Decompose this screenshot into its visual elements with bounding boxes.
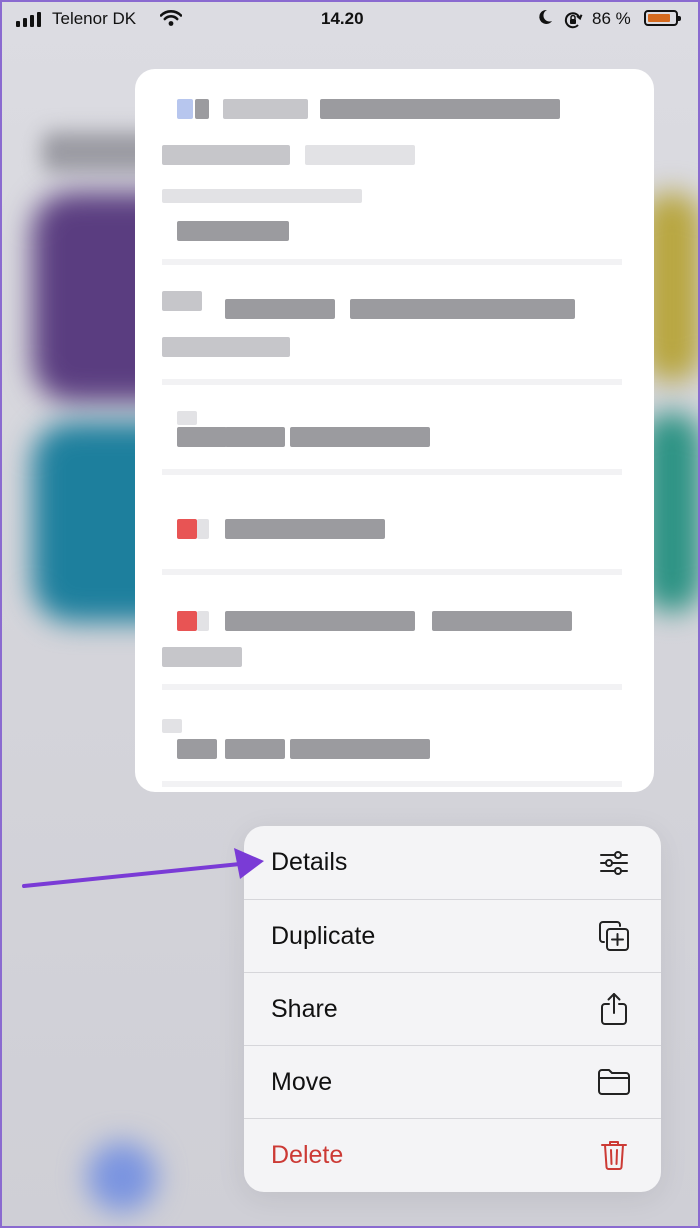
phone-screen: Telenor DK 14.20 86 % Details Duplicate … — [0, 0, 700, 1228]
annotation-arrow — [22, 848, 264, 888]
